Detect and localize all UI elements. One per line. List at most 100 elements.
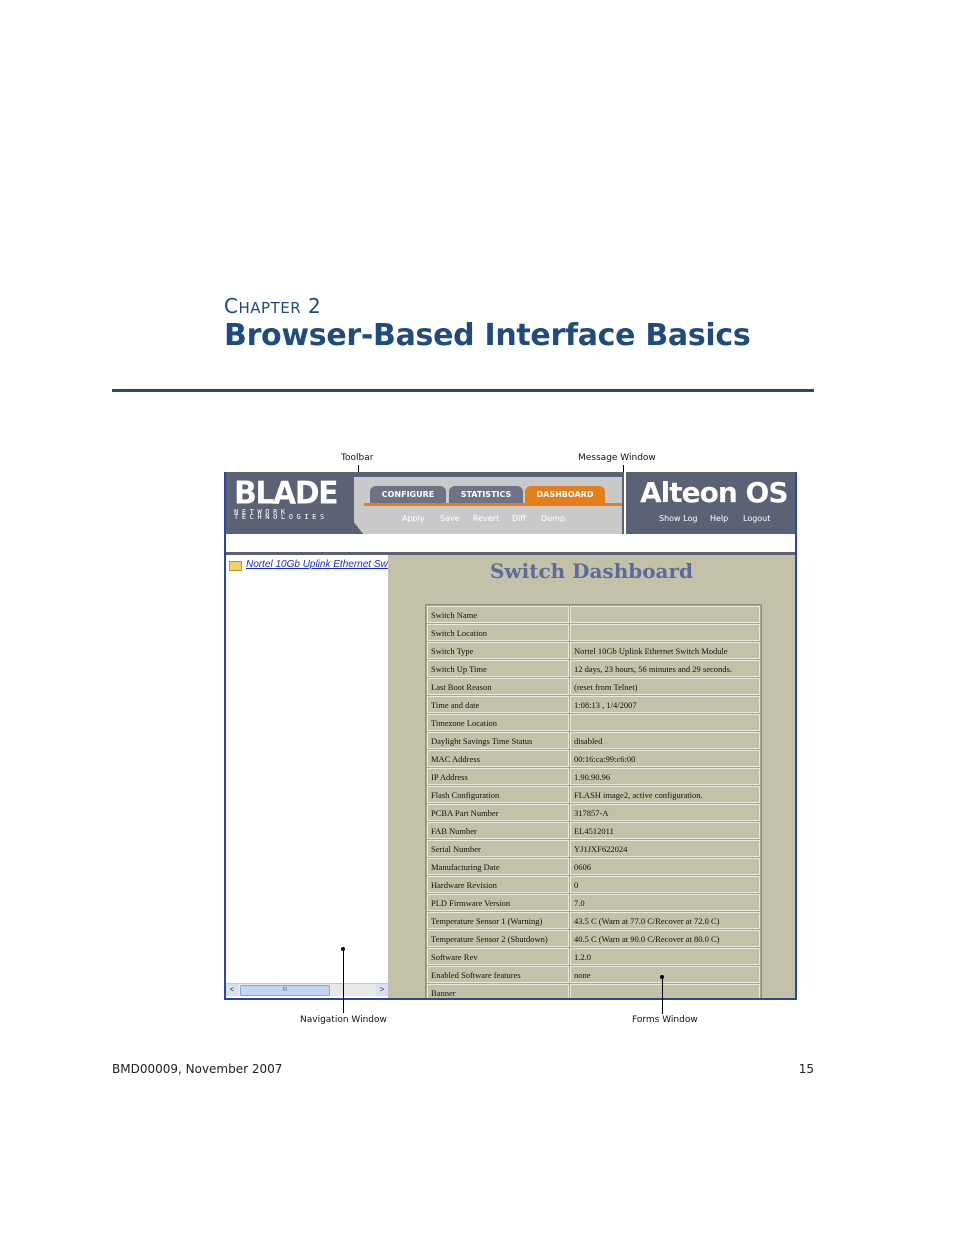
tab-configure[interactable]: CONFIGURE: [370, 486, 446, 503]
tab-strip: [364, 503, 622, 506]
field-label: Software Rev: [427, 948, 569, 965]
callout-navigation-window: Navigation Window: [300, 1015, 387, 1025]
apply-button[interactable]: Apply: [402, 514, 425, 523]
field-label: MAC Address: [427, 750, 569, 767]
field-label: Manufacturing Date: [427, 858, 569, 875]
help-button[interactable]: Help: [710, 514, 728, 523]
field-value: FLASH image2, active configuration.: [570, 786, 760, 803]
table-row: Daylight Savings Time Status disabled: [427, 732, 760, 749]
field-label: Hardware Revision: [427, 876, 569, 893]
field-label: Switch Up Time: [427, 660, 569, 677]
field-value: Nortel 10Gb Uplink Ethernet Switch Modul…: [570, 642, 760, 659]
field-label: Time and date: [427, 696, 569, 713]
table-row: Temperature Sensor 1 (Warning) 43.5 C (Wa…: [427, 912, 760, 929]
field-label: Switch Location: [427, 624, 569, 641]
field-value: 317857-A: [570, 804, 760, 821]
title-rule: [112, 389, 814, 392]
field-label: Banner: [427, 984, 569, 998]
field-value: EL4512011: [570, 822, 760, 839]
tab-dashboard[interactable]: DASHBOARD: [525, 486, 605, 503]
table-row: Switch Location: [427, 624, 760, 641]
table-row: PLD Firmware Version 7.0: [427, 894, 760, 911]
horizontal-scrollbar[interactable]: < III >: [226, 983, 388, 996]
field-label: Daylight Savings Time Status: [427, 732, 569, 749]
navigation-window: Nortel 10Gb Uplink Ethernet Switch Modul…: [226, 555, 388, 998]
field-label: PLD Firmware Version: [427, 894, 569, 911]
table-row: Timezone Location: [427, 714, 760, 731]
logout-button[interactable]: Logout: [743, 514, 770, 523]
table-row: Switch Name: [427, 606, 760, 623]
leader-navigation: [343, 949, 344, 1013]
field-label: FAB Number: [427, 822, 569, 839]
scroll-left-icon[interactable]: <: [226, 984, 238, 996]
show-log-button[interactable]: Show Log: [659, 514, 697, 523]
table-row: Flash Configuration FLASH image2, active …: [427, 786, 760, 803]
tab-statistics[interactable]: STATISTICS: [449, 486, 523, 503]
table-row: IP Address 1.90.90.96: [427, 768, 760, 785]
dashboard-title: Switch Dashboard: [489, 559, 694, 583]
message-window: [226, 534, 795, 552]
field-value: disabled: [570, 732, 760, 749]
tabs-panel: CONFIGURE STATISTICS DASHBOARD: [354, 477, 622, 535]
dashboard-table: Switch Name Switch Location Switch Type Nor…: [425, 604, 762, 998]
field-value: (reset from Telnet): [570, 678, 760, 695]
table-row: Temperature Sensor 2 (Shutdown) 40.5 C (W…: [427, 930, 760, 947]
table-row: MAC Address 00:16:ca:99:c6:00: [427, 750, 760, 767]
chapter-title: Browser-Based Interface Basics: [224, 318, 751, 353]
field-value: [570, 984, 760, 998]
table-row: Time and date 1:08:13 , 1/4/2007: [427, 696, 760, 713]
callout-toolbar: Toolbar: [341, 453, 374, 463]
field-value: 1:08:13 , 1/4/2007: [570, 696, 760, 713]
footer-doc-id: BMD00009, November 2007: [112, 1062, 283, 1076]
field-value: [570, 624, 760, 641]
scroll-right-icon[interactable]: >: [376, 984, 388, 996]
table-row: Last Boot Reason (reset from Telnet): [427, 678, 760, 695]
callout-forms-window: Forms Window: [632, 1015, 698, 1025]
field-label: Timezone Location: [427, 714, 569, 731]
field-value: 43.5 C (Warn at 77.0 C/Recover at 72.0 C…: [570, 912, 760, 929]
field-label: Switch Type: [427, 642, 569, 659]
field-label: Last Boot Reason: [427, 678, 569, 695]
nav-link-switch[interactable]: Nortel 10Gb Uplink Ethernet Switch Modul…: [246, 559, 388, 570]
field-label: Temperature Sensor 2 (Shutdown): [427, 930, 569, 947]
field-value: 7.0: [570, 894, 760, 911]
field-value: 00:16:ca:99:c6:00: [570, 750, 760, 767]
dump-button[interactable]: Dump: [541, 514, 565, 523]
table-row: Software Rev 1.2.0: [427, 948, 760, 965]
field-value: [570, 606, 760, 623]
field-label: IP Address: [427, 768, 569, 785]
brand-area: Alteon OS Show Log Help Logout: [624, 472, 795, 534]
table-row: Hardware Revision 0: [427, 876, 760, 893]
callout-message-window: Message Window: [578, 453, 656, 463]
scroll-thumb[interactable]: III: [240, 985, 330, 996]
diff-button[interactable]: Diff: [512, 514, 526, 523]
page-number: 15: [798, 1062, 814, 1076]
browser-screenshot: BLADE NETWORK TECHNOLOGIES CONFIGURE STA…: [224, 472, 797, 1000]
field-value: 0: [570, 876, 760, 893]
save-button[interactable]: Save: [440, 514, 460, 523]
field-value: [570, 714, 760, 731]
field-value: 12 days, 23 hours, 56 minutes and 29 sec…: [570, 660, 760, 677]
table-row: Switch Type Nortel 10Gb Uplink Ethernet S…: [427, 642, 760, 659]
table-row: Switch Up Time 12 days, 23 hours, 56 minu…: [427, 660, 760, 677]
field-label: Switch Name: [427, 606, 569, 623]
field-label: Flash Configuration: [427, 786, 569, 803]
table-row: Banner: [427, 984, 760, 998]
revert-button[interactable]: Revert: [473, 514, 499, 523]
blade-logo: BLADE NETWORK TECHNOLOGIES: [234, 475, 339, 521]
field-label: Serial Number: [427, 840, 569, 857]
table-row: Enabled Software features none: [427, 966, 760, 983]
field-label: PCBA Part Number: [427, 804, 569, 821]
header-bar: BLADE NETWORK TECHNOLOGIES CONFIGURE STA…: [226, 472, 795, 535]
table-row: PCBA Part Number 317857-A: [427, 804, 760, 821]
folder-icon: [229, 561, 242, 571]
table-row: Manufacturing Date 0606: [427, 858, 760, 875]
alteon-os-logo: Alteon OS: [640, 476, 789, 509]
field-value: 1.2.0: [570, 948, 760, 965]
field-value: YJ1JXF622024: [570, 840, 760, 857]
forms-window: Switch Dashboard Switch Name Switch Locat…: [388, 555, 795, 998]
field-label: Enabled Software features: [427, 966, 569, 983]
chapter-label: CHAPTER 2: [224, 294, 322, 318]
leader-forms: [662, 977, 663, 1014]
field-value: 40.5 C (Warn at 90.0 C/Recover at 80.0 C…: [570, 930, 760, 947]
